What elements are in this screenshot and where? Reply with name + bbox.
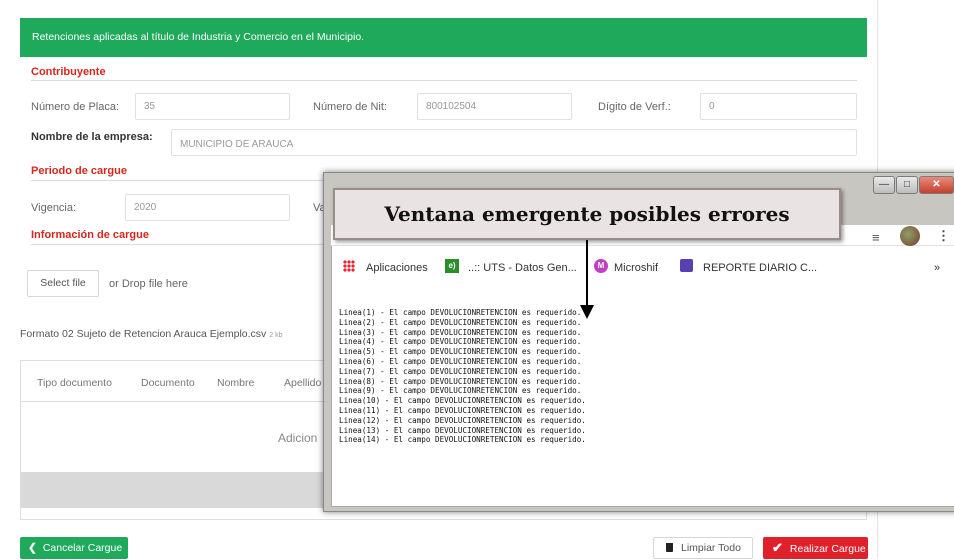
close-button[interactable]: ✕ (919, 176, 954, 194)
digito-input[interactable]: 0 (700, 93, 857, 120)
section-informacion: Información de cargue (31, 229, 149, 241)
clear-button[interactable]: Limpiar Todo (653, 537, 753, 559)
empresa-input[interactable]: MUNICIPIO DE ARAUCA (171, 129, 857, 156)
empty-table-text: Adicion (278, 431, 318, 445)
column-header: Tipo documento (37, 377, 112, 389)
log-line: Linea(12) - El campo DEVOLUCIONRETENCION… (339, 415, 586, 425)
bookmark-uts[interactable]: ..:: UTS - Datos Gen... (468, 262, 577, 274)
cancel-label: Cancelar Cargue (42, 542, 123, 554)
submit-label: Realizar Cargue (789, 543, 866, 555)
log-line: Linea(4) - El campo DEVOLUCIONRETENCION … (339, 337, 582, 347)
section-periodo: Periodo de cargue (31, 165, 127, 177)
bookmark-microshif[interactable]: Microshif (614, 262, 658, 274)
vigencia-input[interactable]: 2020 (125, 194, 290, 221)
maximize-button[interactable]: □ (896, 176, 918, 194)
apps-grid-icon (343, 260, 355, 272)
minimize-button[interactable]: — (873, 176, 895, 194)
log-line: Linea(1) - El campo DEVOLUCIONRETENCION … (339, 308, 582, 317)
microshif-icon: M (594, 259, 608, 273)
cancel-button[interactable]: ❮ Cancelar Cargue (20, 537, 128, 559)
drop-hint: or Drop file here (109, 278, 188, 290)
log-line: Linea(10) - El campo DEVOLUCIONRETENCION… (339, 396, 586, 406)
menu-dots-icon[interactable]: ⋮ (937, 228, 950, 244)
arrow-head (580, 305, 594, 319)
column-header: Documento (141, 377, 195, 389)
trash-icon (666, 543, 673, 552)
log-line: Linea(13) - El campo DEVOLUCIONRETENCION… (339, 425, 586, 435)
uts-logo-icon: e) (445, 259, 459, 273)
log-line: Linea(5) - El campo DEVOLUCIONRETENCION … (339, 347, 582, 357)
divider (31, 244, 331, 245)
log-line: Linea(6) - El campo DEVOLUCIONRETENCION … (339, 356, 582, 366)
sheet-icon (680, 259, 693, 272)
file-entry: Formato 02 Sujeto de Retencion Arauca Ej… (20, 328, 282, 340)
log-line: Linea(9) - El campo DEVOLUCIONRETENCION … (339, 386, 582, 396)
bookmarks-overflow[interactable]: » (934, 262, 940, 274)
check-icon: ✔ (772, 540, 783, 555)
log-line: Linea(7) - El campo DEVOLUCIONRETENCION … (339, 366, 582, 376)
submit-button[interactable]: ✔ Realizar Cargue (763, 537, 868, 559)
log-line: Linea(2) - El campo DEVOLUCIONRETENCION … (339, 317, 582, 327)
nit-input[interactable]: 800102504 (417, 93, 572, 120)
nit-label: Número de Nit: (313, 101, 387, 113)
empresa-label: Nombre de la empresa: (31, 131, 153, 143)
error-log: Linea(1) - El campo DEVOLUCIONRETENCION … (339, 308, 586, 445)
column-header: Apellido (284, 377, 322, 389)
bookmark-reporte[interactable]: REPORTE DIARIO C... (703, 262, 817, 274)
file-name: Formato 02 Sujeto de Retencion Arauca Ej… (20, 328, 267, 340)
avatar[interactable] (900, 226, 920, 246)
section-contribuyente: Contribuyente (31, 66, 106, 78)
bookmark-apps[interactable]: Aplicaciones (366, 262, 428, 274)
placa-label: Número de Placa: (31, 101, 120, 113)
column-header: Nombre (217, 377, 255, 389)
log-line: Linea(11) - El campo DEVOLUCIONRETENCION… (339, 405, 586, 415)
divider (31, 80, 857, 81)
file-size: 2 kb (269, 332, 283, 339)
reading-list-icon[interactable]: ≡ (872, 230, 880, 245)
chevron-left-icon: ❮ (28, 542, 37, 554)
digito-label: Dígito de Verf.: (598, 101, 671, 113)
placa-input[interactable]: 35 (135, 93, 290, 120)
vigencia-label: Vigencia: (31, 202, 77, 214)
arrow-shaft (586, 240, 588, 308)
page-header: Retenciones aplicadas al título de Indus… (20, 18, 867, 57)
log-line: Linea(8) - El campo DEVOLUCIONRETENCION … (339, 376, 582, 386)
clear-label: Limpiar Todo (681, 542, 741, 554)
select-file-button[interactable]: Select file (27, 270, 99, 297)
log-line: Linea(3) - El campo DEVOLUCIONRETENCION … (339, 327, 582, 337)
popup-caption: Ventana emergente posibles errores (333, 188, 841, 240)
log-line: Linea(14) - El campo DEVOLUCIONRETENCION… (339, 435, 586, 445)
